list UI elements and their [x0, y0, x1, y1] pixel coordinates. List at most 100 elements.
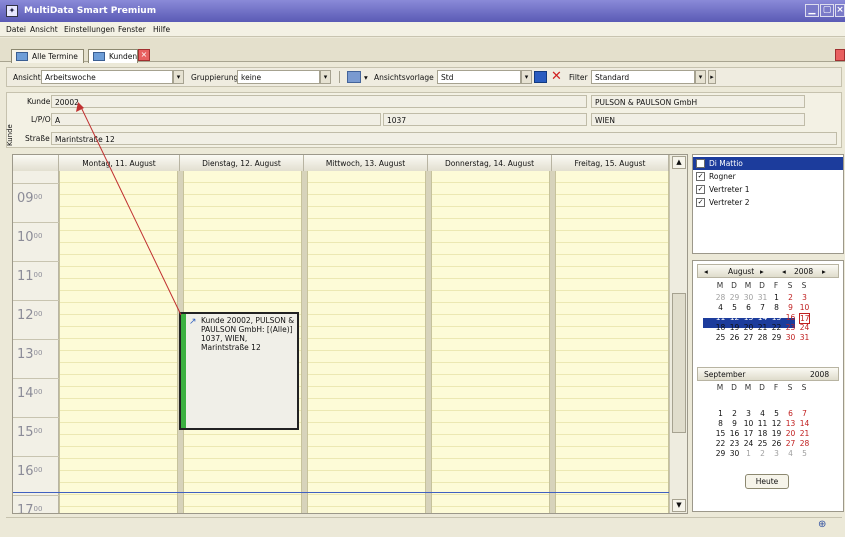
calendar-day[interactable]: 11	[715, 313, 726, 322]
checkbox-icon[interactable]: ✓	[696, 198, 705, 207]
weekday-label: S	[787, 281, 793, 290]
weekday-label: M	[744, 281, 752, 290]
calendar-day[interactable]: 29	[729, 293, 740, 302]
calendar-day[interactable]: 1	[743, 449, 754, 458]
resource-label: Vertreter 2	[709, 198, 750, 207]
calendar-day[interactable]: 25	[715, 333, 726, 342]
calendar-day[interactable]: 25	[757, 439, 768, 448]
calendar-day[interactable]: 14	[757, 313, 768, 322]
calendar-day[interactable]: 26	[771, 439, 782, 448]
calendar-day[interactable]: 30	[729, 449, 740, 458]
today-button[interactable]: Heute	[745, 474, 789, 489]
resource-label: Vertreter 1	[709, 185, 750, 194]
calendar-day[interactable]: 21	[757, 323, 768, 332]
checkbox-icon[interactable]: ✓	[696, 185, 705, 194]
calendar-day[interactable]: 10	[743, 419, 754, 428]
calendar-day[interactable]: 4	[785, 449, 796, 458]
calendar-day[interactable]: 12	[729, 313, 740, 322]
calendar-day[interactable]: 24	[743, 439, 754, 448]
next-year-icon[interactable]: ▸	[822, 267, 826, 276]
year-label: 2008	[794, 267, 814, 276]
calendar-day[interactable]: 4	[757, 409, 768, 418]
calendar-day[interactable]: 7	[757, 303, 768, 312]
calendar-day[interactable]: 17	[743, 429, 754, 438]
calendar-day[interactable]: 18	[715, 323, 726, 332]
calendar-day[interactable]: 28	[715, 293, 726, 302]
checkbox-icon[interactable]: ✓	[696, 172, 705, 181]
resource-item[interactable]: ✓ Vertreter 1	[693, 183, 843, 196]
calendar-day[interactable]: 9	[785, 303, 796, 312]
calendar-day[interactable]: 15	[771, 313, 782, 322]
calendar-day[interactable]: 13	[785, 419, 796, 428]
resource-item[interactable]: ✓ Di Mattio	[693, 157, 843, 170]
calendar-day[interactable]: 7	[799, 409, 810, 418]
calendar-day[interactable]: 20	[785, 429, 796, 438]
calendar-day[interactable]: 31	[799, 333, 810, 342]
calendar-day[interactable]: 26	[729, 333, 740, 342]
calendar-day[interactable]: 6	[743, 303, 754, 312]
calendar-day[interactable]: 18	[757, 429, 768, 438]
calendar-day[interactable]: 27	[785, 439, 796, 448]
calendar-day[interactable]: 3	[771, 449, 782, 458]
month-header-august: ◂ August ▸ ◂ 2008 ▸	[697, 264, 839, 278]
calendar-day[interactable]: 10	[799, 303, 810, 312]
calendar-day[interactable]: 24	[799, 323, 810, 332]
calendar-day[interactable]: 4	[715, 303, 726, 312]
weekday-label: M	[744, 383, 752, 392]
weekday-label: S	[787, 383, 793, 392]
calendar-day[interactable]: 9	[729, 419, 740, 428]
calendar-day[interactable]: 2	[729, 409, 740, 418]
calendar-day[interactable]: 23	[785, 323, 796, 332]
calendar-day[interactable]: 5	[729, 303, 740, 312]
calendar-day[interactable]: 1	[715, 409, 726, 418]
calendar-day[interactable]: 19	[729, 323, 740, 332]
calendar-day[interactable]: 28	[757, 333, 768, 342]
status-icon: ⊕	[818, 519, 827, 530]
calendar-day[interactable]: 11	[757, 419, 768, 428]
resource-item[interactable]: ✓ Vertreter 2	[693, 196, 843, 209]
calendar-day[interactable]: 16	[785, 313, 796, 322]
calendar-day[interactable]: 2	[757, 449, 768, 458]
calendar-day[interactable]: 31	[757, 293, 768, 302]
calendar-day[interactable]: 29	[715, 449, 726, 458]
calendar-day[interactable]: 28	[799, 439, 810, 448]
calendar-day[interactable]: 27	[743, 333, 754, 342]
calendar-day[interactable]: 12	[771, 419, 782, 428]
checkbox-icon[interactable]: ✓	[696, 159, 705, 168]
mini-calendar: ◂ August ▸ ◂ 2008 ▸ September 2008 Heute…	[692, 260, 844, 512]
prev-month-icon[interactable]: ◂	[704, 267, 708, 276]
resource-list: ✓ Di Mattio ✓ Rogner ✓ Vertreter 1 ✓ Ver…	[692, 154, 844, 254]
calendar-day[interactable]: 5	[771, 409, 782, 418]
calendar-day[interactable]: 20	[743, 323, 754, 332]
calendar-day[interactable]: 3	[799, 293, 810, 302]
year-label: 2008	[810, 370, 830, 379]
weekday-label: F	[773, 383, 779, 392]
weekday-label: D	[759, 383, 765, 392]
calendar-day[interactable]: 2	[785, 293, 796, 302]
calendar-day[interactable]: 1	[771, 293, 782, 302]
calendar-day[interactable]: 21	[799, 429, 810, 438]
prev-year-icon[interactable]: ◂	[782, 267, 786, 276]
calendar-day[interactable]: 5	[799, 449, 810, 458]
next-month-icon[interactable]: ▸	[760, 267, 764, 276]
calendar-day[interactable]: 23	[729, 439, 740, 448]
calendar-day[interactable]: 8	[771, 303, 782, 312]
calendar-day[interactable]: 30	[743, 293, 754, 302]
calendar-day[interactable]: 3	[743, 409, 754, 418]
calendar-day[interactable]: 15	[715, 429, 726, 438]
weekday-label: M	[716, 383, 724, 392]
month-label: August	[728, 267, 755, 276]
calendar-day[interactable]: 22	[771, 323, 782, 332]
calendar-day[interactable]: 8	[715, 419, 726, 428]
calendar-day[interactable]: 19	[771, 429, 782, 438]
calendar-day[interactable]: 30	[785, 333, 796, 342]
weekday-label: S	[801, 281, 807, 290]
calendar-day[interactable]: 14	[799, 419, 810, 428]
status-bar	[6, 517, 842, 535]
calendar-day[interactable]: 22	[715, 439, 726, 448]
resource-item[interactable]: ✓ Rogner	[693, 170, 843, 183]
calendar-day[interactable]: 6	[785, 409, 796, 418]
calendar-day[interactable]: 13	[743, 313, 754, 322]
calendar-day[interactable]: 16	[729, 429, 740, 438]
calendar-day[interactable]: 29	[771, 333, 782, 342]
